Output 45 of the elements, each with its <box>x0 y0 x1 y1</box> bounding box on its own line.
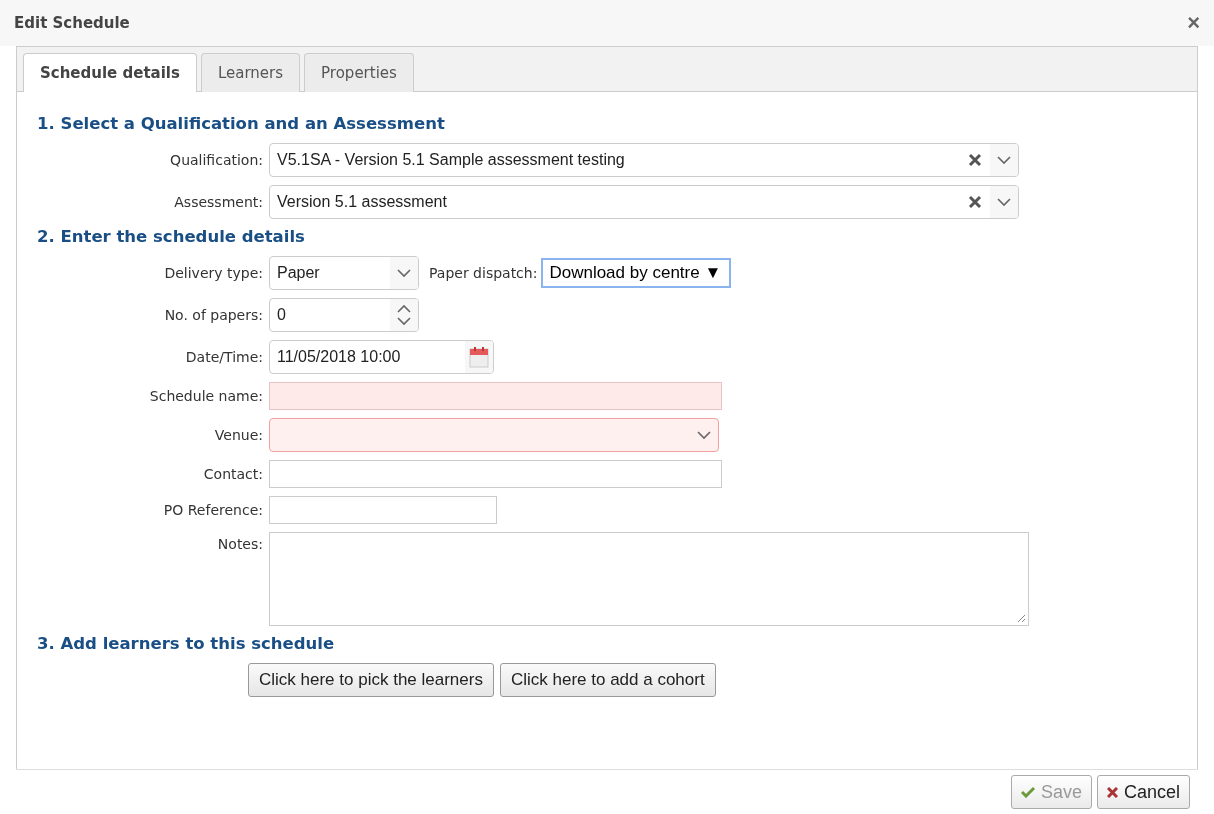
cancel-button[interactable]: Cancel <box>1096 775 1190 809</box>
chevron-down-icon[interactable] <box>997 197 1011 207</box>
section-heading: 1. Select a Qualification and an Assessment <box>37 114 446 133</box>
input-field[interactable]: 11/05/2018 10:00 <box>269 340 494 374</box>
field-label: Contact: <box>202 466 263 482</box>
field-label: Date/Time: <box>184 349 263 365</box>
section-heading: 2. Enter the schedule details <box>37 227 306 246</box>
cross-icon <box>1106 786 1118 798</box>
chevron-up-icon[interactable] <box>397 304 411 313</box>
clear-icon[interactable] <box>968 195 982 209</box>
chevron-down-icon[interactable] <box>997 155 1011 165</box>
window-title: Edit Schedule <box>14 14 130 32</box>
tab[interactable]: Schedule details <box>23 53 197 92</box>
field-label: Paper dispatch: <box>429 265 538 281</box>
check-icon <box>1020 786 1035 798</box>
input-field[interactable]: Version 5.1 assessment <box>269 185 1019 219</box>
input-field[interactable] <box>269 460 722 488</box>
chevron-down-icon[interactable] <box>697 430 711 440</box>
dispatch-select[interactable]: Download by centre ▼ <box>541 258 732 288</box>
field-label: PO Reference: <box>162 502 263 518</box>
tab[interactable]: Properties <box>304 53 414 92</box>
field-label: Venue: <box>213 427 263 443</box>
pick-button[interactable]: Click here to add a cohort <box>499 663 716 697</box>
resize-handle-icon[interactable] <box>1017 614 1026 623</box>
input-field[interactable] <box>269 418 719 452</box>
pick-button[interactable]: Click here to pick the learners <box>248 663 494 697</box>
chevron-down-icon[interactable] <box>397 317 411 326</box>
input-field[interactable]: V5.1SA - Version 5.1 Sample assessment testing <box>269 143 1019 177</box>
field-label: Assessment: <box>173 194 263 210</box>
tab[interactable]: Learners <box>200 53 301 92</box>
input-field[interactable] <box>269 496 497 524</box>
field-label: Qualification: <box>169 152 263 168</box>
field-label: No. of papers: <box>163 307 263 323</box>
clear-icon[interactable] <box>968 153 982 167</box>
field-label: Notes: <box>216 535 263 552</box>
input-field[interactable]: 0 <box>269 298 419 332</box>
section-heading: 3. Add learners to this schedule <box>37 634 336 653</box>
input-field[interactable]: Paper <box>269 256 419 290</box>
field-label: Delivery type: <box>163 265 263 281</box>
calendar-icon[interactable] <box>469 346 489 368</box>
chevron-down-icon[interactable] <box>397 268 411 278</box>
close-button[interactable]: × <box>1187 10 1200 36</box>
input-field[interactable] <box>269 382 722 410</box>
input-field[interactable] <box>269 532 1029 626</box>
field-label: Schedule name: <box>148 388 263 404</box>
